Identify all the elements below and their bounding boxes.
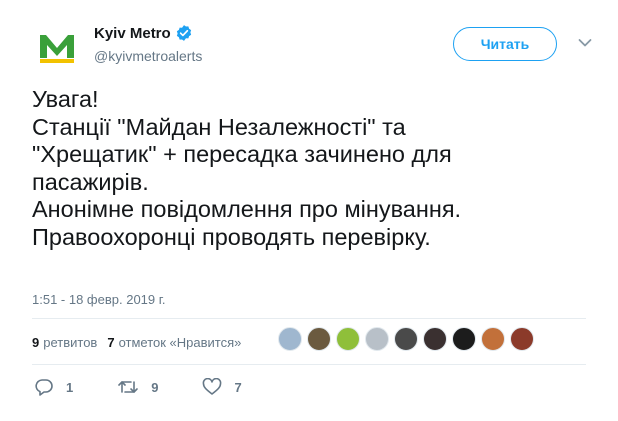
liker-avatar[interactable] — [510, 327, 534, 351]
like-count: 7 — [234, 379, 242, 395]
divider — [32, 364, 586, 365]
likes-label: отметок «Нравится» — [118, 334, 242, 350]
likes-stat[interactable]: 7 отметок «Нравится» — [107, 335, 241, 350]
retweets-count: 9 — [32, 334, 40, 350]
heart-icon — [203, 378, 222, 395]
liker-avatar[interactable] — [365, 327, 389, 351]
liker-avatar[interactable] — [452, 327, 476, 351]
retweets-stat[interactable]: 9 ретвитов — [32, 335, 97, 350]
tweet-timestamp[interactable]: 1:51 - 18 февр. 2019 г. — [32, 292, 166, 307]
likes-count: 7 — [107, 334, 115, 350]
follow-button[interactable]: Читать — [453, 27, 557, 61]
account-name[interactable]: Kyiv Metro — [94, 25, 171, 42]
liker-avatar[interactable] — [481, 327, 505, 351]
tweet-line: Увага! — [32, 86, 99, 112]
liker-avatars — [278, 327, 539, 351]
tweet-line: Правоохоронці проводять перевірку. — [32, 223, 431, 250]
account-handle[interactable]: @kyivmetroalerts — [94, 48, 202, 64]
liker-avatar[interactable] — [336, 327, 360, 351]
tweet-line: пасажирів. — [32, 168, 149, 195]
retweets-label: ретвитов — [43, 334, 98, 350]
tweet-actions: 1 9 7 — [34, 378, 286, 396]
tweet-line: Станції "Майдан Незалежності" та — [32, 113, 406, 140]
kyiv-metro-logo — [40, 35, 74, 63]
tweet-line: "Хрещатик" + пересадка зачинено для — [32, 141, 452, 168]
retweet-count: 9 — [151, 379, 159, 395]
tweet-text: Увага! Станції "Майдан Незалежності" та … — [32, 86, 461, 252]
liker-avatar[interactable] — [307, 327, 331, 351]
avatar[interactable] — [32, 22, 82, 72]
like-button[interactable]: 7 — [202, 378, 242, 396]
verified-badge-icon — [176, 25, 191, 41]
retweet-button[interactable]: 9 — [117, 378, 158, 396]
liker-avatar[interactable] — [423, 327, 447, 351]
liker-avatar[interactable] — [394, 327, 418, 351]
tweet-line: Анонімне повідомлення про мінування. — [32, 196, 462, 223]
divider — [32, 318, 586, 319]
account-name-row: Kyiv Metro — [94, 24, 193, 42]
chevron-down-icon[interactable] — [578, 38, 592, 48]
retweet-icon — [118, 381, 139, 393]
liker-avatar[interactable] — [278, 327, 302, 351]
reply-icon — [35, 379, 53, 396]
reply-count: 1 — [66, 379, 74, 395]
engagement-stats: 9 ретвитов 7 отметок «Нравится» — [32, 330, 251, 354]
reply-button[interactable]: 1 — [34, 378, 73, 396]
